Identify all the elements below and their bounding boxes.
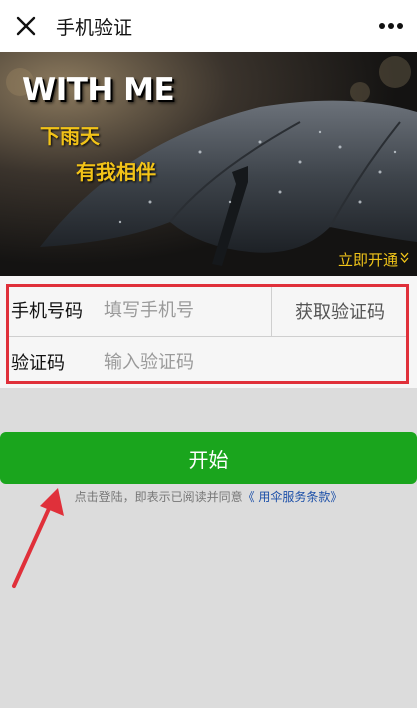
banner-line-2: 有我相伴 <box>76 160 156 184</box>
close-button[interactable] <box>0 0 52 52</box>
header-bar: 手机验证 <box>0 0 417 52</box>
phone-label: 手机号码 <box>11 301 83 322</box>
close-icon <box>16 16 36 36</box>
code-label: 验证码 <box>11 353 65 374</box>
more-dots-icon <box>379 23 403 29</box>
activate-now-link[interactable]: 立即开通 <box>338 249 409 270</box>
promo-banner[interactable]: WITH ME 下雨天 有我相伴 立即开通 <box>0 52 417 276</box>
more-button[interactable] <box>371 0 411 52</box>
app-root: 手机验证 WITH ME 下雨天 有我相伴 立即开通 手机号码 填写手机号 获取… <box>0 0 417 708</box>
get-code-button[interactable]: 获取验证码 <box>272 286 408 336</box>
phone-input[interactable] <box>104 290 264 330</box>
start-button[interactable]: 开始 <box>0 432 417 484</box>
agreement-prefix: 点击登陆，即表示已阅读并同意 <box>74 490 243 504</box>
terms-link[interactable]: 《 用伞服务条款》 <box>243 490 343 504</box>
activate-now-label: 立即开通 <box>337 251 398 269</box>
code-input[interactable] <box>104 342 264 382</box>
red-arrow-annotation <box>12 488 64 588</box>
page-title: 手机验证 <box>56 16 133 39</box>
code-row: 验证码 <box>0 336 417 388</box>
double-chevron-down-icon <box>400 252 409 267</box>
banner-headline: WITH ME <box>22 72 175 108</box>
banner-line-1: 下雨天 <box>40 124 100 148</box>
verification-form: 手机号码 获取验证码 验证码 <box>0 276 417 388</box>
